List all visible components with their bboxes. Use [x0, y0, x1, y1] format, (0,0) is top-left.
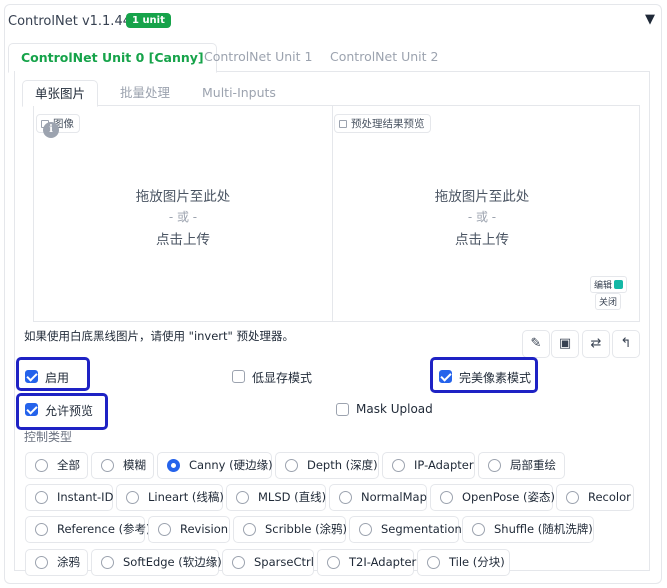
image-tabs: 单张图片 批量处理 Multi-Inputs	[22, 80, 640, 107]
control-type-inpaint[interactable]: 局部重绘	[478, 452, 565, 479]
send-dimensions-icon[interactable]: ↰	[612, 330, 640, 358]
swap-icon[interactable]: ⇄	[582, 330, 610, 358]
click-upload-text: 点击上传	[156, 232, 210, 248]
camera-icon[interactable]: ▣	[551, 330, 579, 358]
tab-unit-0[interactable]: ControlNet Unit 0 [Canny]	[8, 43, 217, 73]
control-type-label: 控制类型	[24, 430, 73, 444]
edit-image-icon[interactable]: ✎	[522, 330, 550, 358]
pencil-icon	[614, 280, 624, 289]
tab-unit-2[interactable]: ControlNet Unit 2	[318, 43, 450, 72]
click-upload-text: 点击上传	[455, 232, 509, 248]
or-text: - 或 -	[168, 210, 198, 224]
control-type-mlsd[interactable]: MLSD (直线)	[226, 484, 326, 511]
drop-text: 拖放图片至此处	[135, 189, 231, 205]
drop-text: 拖放图片至此处	[434, 189, 530, 205]
image-dropzone[interactable]: 拖放图片至此处 - 或 - 点击上传	[34, 185, 332, 248]
control-type-normalmap[interactable]: NormalMap	[329, 484, 427, 511]
controlnet-title[interactable]: ControlNet v1.1.444	[8, 14, 139, 29]
control-type-recolor[interactable]: Recolor	[556, 484, 634, 511]
or-text: - 或 -	[467, 210, 497, 224]
highlight-enable	[16, 357, 90, 391]
control-type-tile[interactable]: Tile (分块)	[417, 549, 510, 576]
unit-count-badge: 1 unit	[126, 13, 171, 28]
info-icon[interactable]: i	[43, 122, 59, 138]
unit-tabs: ControlNet Unit 0 [Canny] ControlNet Uni…	[8, 43, 650, 73]
triangle-down-icon[interactable]: ▼	[645, 12, 655, 27]
control-type-revision[interactable]: Revision	[148, 516, 230, 543]
tab-unit-1[interactable]: ControlNet Unit 1	[192, 43, 324, 72]
control-type-lineart[interactable]: Lineart (线稿)	[116, 484, 224, 511]
control-type-reference[interactable]: Reference (参考)	[25, 516, 151, 543]
highlight-allow-preview	[16, 393, 108, 430]
close-button[interactable]: 关闭	[595, 293, 622, 310]
control-type-blur[interactable]: 模糊	[91, 452, 154, 479]
preview-label: 预处理结果预览	[334, 114, 431, 133]
control-type-instant-id[interactable]: Instant-ID	[25, 484, 113, 511]
tab-batch[interactable]: 批量处理	[108, 80, 182, 106]
control-type-openpose[interactable]: OpenPose (姿态)	[430, 484, 555, 511]
invert-hint: 如果使用白底黑线图片，请使用 "invert" 预处理器。	[24, 329, 294, 343]
edit-button[interactable]: 编辑	[590, 276, 628, 293]
tab-multi-inputs[interactable]: Multi-Inputs	[190, 80, 288, 106]
control-type-all[interactable]: 全部	[25, 452, 88, 479]
control-type-depth[interactable]: Depth (深度)	[275, 452, 379, 479]
control-type-t2i-adapter[interactable]: T2I-Adapter	[317, 549, 416, 576]
control-type-scribble[interactable]: Scribble (涂鸦)	[233, 516, 347, 543]
control-type-canny[interactable]: Canny (硬边缘)	[157, 452, 273, 479]
control-type-ip-adapter[interactable]: IP-Adapter	[382, 452, 475, 479]
image-icon	[339, 120, 347, 128]
control-type-segmentation[interactable]: Segmentation	[349, 516, 462, 543]
control-type-shuffle[interactable]: Shuffle (随机洗牌)	[462, 516, 594, 543]
control-type-sparsectrl[interactable]: SparseCtrl	[222, 549, 314, 576]
tab-single-image[interactable]: 单张图片	[22, 80, 99, 107]
preview-dropzone[interactable]: 拖放图片至此处 - 或 - 点击上传	[333, 185, 631, 248]
highlight-pixel-perfect	[430, 357, 538, 393]
control-type-softedge[interactable]: SoftEdge (软边缘)	[91, 549, 222, 576]
control-type-scribble-cn[interactable]: 涂鸦	[25, 549, 88, 576]
